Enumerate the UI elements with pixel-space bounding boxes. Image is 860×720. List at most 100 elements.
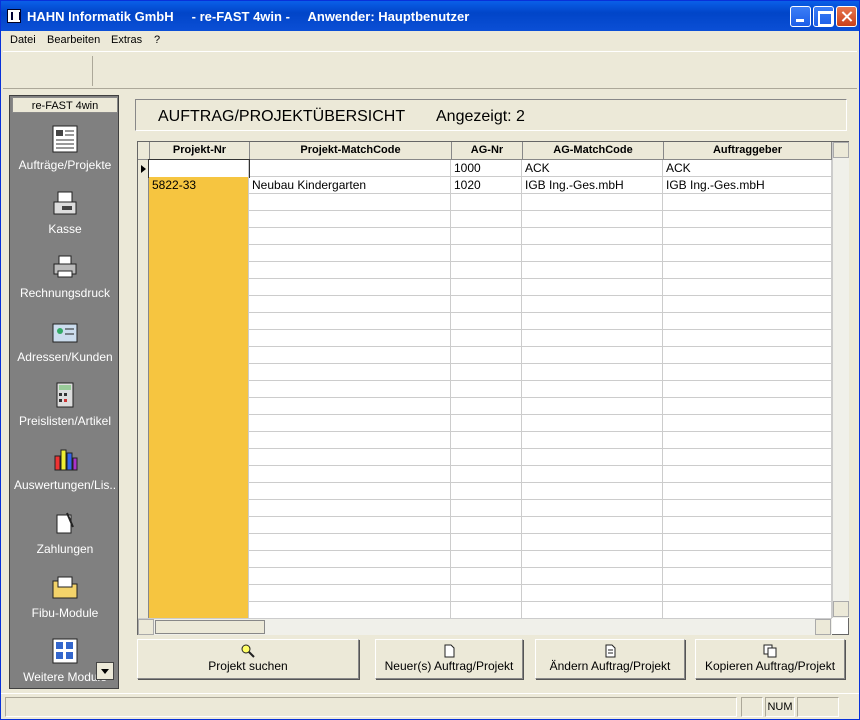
- table-cell[interactable]: [522, 245, 663, 262]
- table-cell[interactable]: [249, 415, 451, 432]
- table-cell[interactable]: [522, 500, 663, 517]
- table-cell[interactable]: [663, 330, 832, 347]
- table-cell[interactable]: [451, 347, 522, 364]
- table-cell[interactable]: [522, 296, 663, 313]
- vertical-scrollbar[interactable]: [832, 142, 849, 618]
- table-cell[interactable]: ACK: [663, 160, 832, 177]
- table-cell[interactable]: [249, 432, 451, 449]
- title-bar[interactable]: HAHN Informatik GmbH - re-FAST 4win - An…: [1, 1, 859, 31]
- column-header[interactable]: Projekt-Nr: [150, 142, 250, 160]
- menu-help[interactable]: ?: [154, 34, 160, 46]
- row-selector-column[interactable]: [138, 160, 149, 620]
- table-row[interactable]: [149, 194, 832, 211]
- table-cell[interactable]: [451, 466, 522, 483]
- table-cell[interactable]: [149, 296, 249, 313]
- table-cell[interactable]: [149, 415, 249, 432]
- table-cell[interactable]: [149, 245, 249, 262]
- table-cell[interactable]: [663, 296, 832, 313]
- table-cell[interactable]: [522, 449, 663, 466]
- table-cell[interactable]: [249, 398, 451, 415]
- table-cell[interactable]: [663, 585, 832, 602]
- table-cell[interactable]: [149, 330, 249, 347]
- table-cell[interactable]: [522, 279, 663, 296]
- table-cell[interactable]: [451, 551, 522, 568]
- table-cell[interactable]: [149, 517, 249, 534]
- table-cell[interactable]: [522, 330, 663, 347]
- table-row[interactable]: [149, 245, 832, 262]
- table-cell[interactable]: [249, 483, 451, 500]
- table-row[interactable]: [149, 330, 832, 347]
- table-cell[interactable]: [663, 347, 832, 364]
- table-cell[interactable]: [249, 296, 451, 313]
- table-cell[interactable]: [149, 432, 249, 449]
- project-table[interactable]: Projekt-Nr Projekt-MatchCode AG-Nr AG-Ma…: [137, 141, 849, 635]
- column-header[interactable]: AG-Nr: [452, 142, 523, 160]
- table-cell[interactable]: [451, 262, 522, 279]
- table-cell[interactable]: Neubau Kindergarten: [249, 177, 451, 194]
- table-cell[interactable]: [522, 194, 663, 211]
- edit-project-button[interactable]: Ändern Auftrag/Projekt: [535, 639, 685, 679]
- table-cell[interactable]: [149, 602, 249, 619]
- search-project-button[interactable]: Projekt suchen: [137, 639, 359, 679]
- sidebar-item-rechnungsdruck[interactable]: Rechnungsdruck: [10, 252, 120, 316]
- table-cell[interactable]: [663, 483, 832, 500]
- table-cell[interactable]: [522, 347, 663, 364]
- table-cell[interactable]: [249, 194, 451, 211]
- table-cell[interactable]: [522, 228, 663, 245]
- menu-datei[interactable]: Datei: [10, 34, 36, 46]
- column-header[interactable]: Auftraggeber: [664, 142, 832, 160]
- table-cell[interactable]: [249, 211, 451, 228]
- menu-bearbeiten[interactable]: Bearbeiten: [47, 34, 100, 46]
- table-cell[interactable]: [663, 364, 832, 381]
- menu-extras[interactable]: Extras: [111, 34, 142, 46]
- table-row[interactable]: [149, 517, 832, 534]
- sidebar-item-auswertungen[interactable]: Auswertungen/Lis..: [10, 444, 120, 508]
- table-row[interactable]: [149, 432, 832, 449]
- table-cell[interactable]: [663, 381, 832, 398]
- table-cell[interactable]: [249, 568, 451, 585]
- table-cell[interactable]: [522, 602, 663, 619]
- table-cell[interactable]: [451, 432, 522, 449]
- table-cell[interactable]: [451, 381, 522, 398]
- copy-project-button[interactable]: Kopieren Auftrag/Projekt: [695, 639, 845, 679]
- sidebar-item-adressen[interactable]: Adressen/Kunden: [10, 316, 120, 380]
- table-cell[interactable]: [249, 262, 451, 279]
- table-cell[interactable]: [249, 330, 451, 347]
- scroll-left-button[interactable]: [138, 619, 154, 635]
- table-cell[interactable]: [451, 296, 522, 313]
- table-row[interactable]: [149, 228, 832, 245]
- table-cell[interactable]: [522, 466, 663, 483]
- table-cell[interactable]: [663, 211, 832, 228]
- table-cell[interactable]: [522, 313, 663, 330]
- horizontal-scroll-thumb[interactable]: [155, 620, 265, 634]
- table-cell[interactable]: [249, 585, 451, 602]
- sidebar-item-fibu[interactable]: Fibu-Module: [10, 572, 120, 636]
- column-header[interactable]: Projekt-MatchCode: [250, 142, 452, 160]
- table-cell[interactable]: [663, 449, 832, 466]
- table-row[interactable]: [149, 211, 832, 228]
- table-cell[interactable]: [663, 194, 832, 211]
- table-cell[interactable]: [522, 415, 663, 432]
- maximize-button[interactable]: [813, 6, 834, 27]
- table-cell[interactable]: [451, 228, 522, 245]
- table-cell[interactable]: [451, 279, 522, 296]
- table-cell[interactable]: [663, 228, 832, 245]
- table-cell[interactable]: [451, 211, 522, 228]
- table-cell[interactable]: [249, 517, 451, 534]
- table-cell[interactable]: [663, 262, 832, 279]
- table-row[interactable]: [149, 313, 832, 330]
- table-cell[interactable]: [149, 568, 249, 585]
- table-cell[interactable]: IGB Ing.-Ges.mbH: [663, 177, 832, 194]
- table-cell[interactable]: [249, 466, 451, 483]
- column-header[interactable]: AG-MatchCode: [523, 142, 664, 160]
- table-row[interactable]: [149, 466, 832, 483]
- table-cell[interactable]: [522, 432, 663, 449]
- table-cell[interactable]: [451, 585, 522, 602]
- table-cell[interactable]: [249, 534, 451, 551]
- table-cell[interactable]: 1000: [451, 160, 522, 177]
- table-row[interactable]: [149, 262, 832, 279]
- table-cell[interactable]: [451, 245, 522, 262]
- table-cell[interactable]: [451, 602, 522, 619]
- table-cell[interactable]: [249, 551, 451, 568]
- table-cell[interactable]: [149, 466, 249, 483]
